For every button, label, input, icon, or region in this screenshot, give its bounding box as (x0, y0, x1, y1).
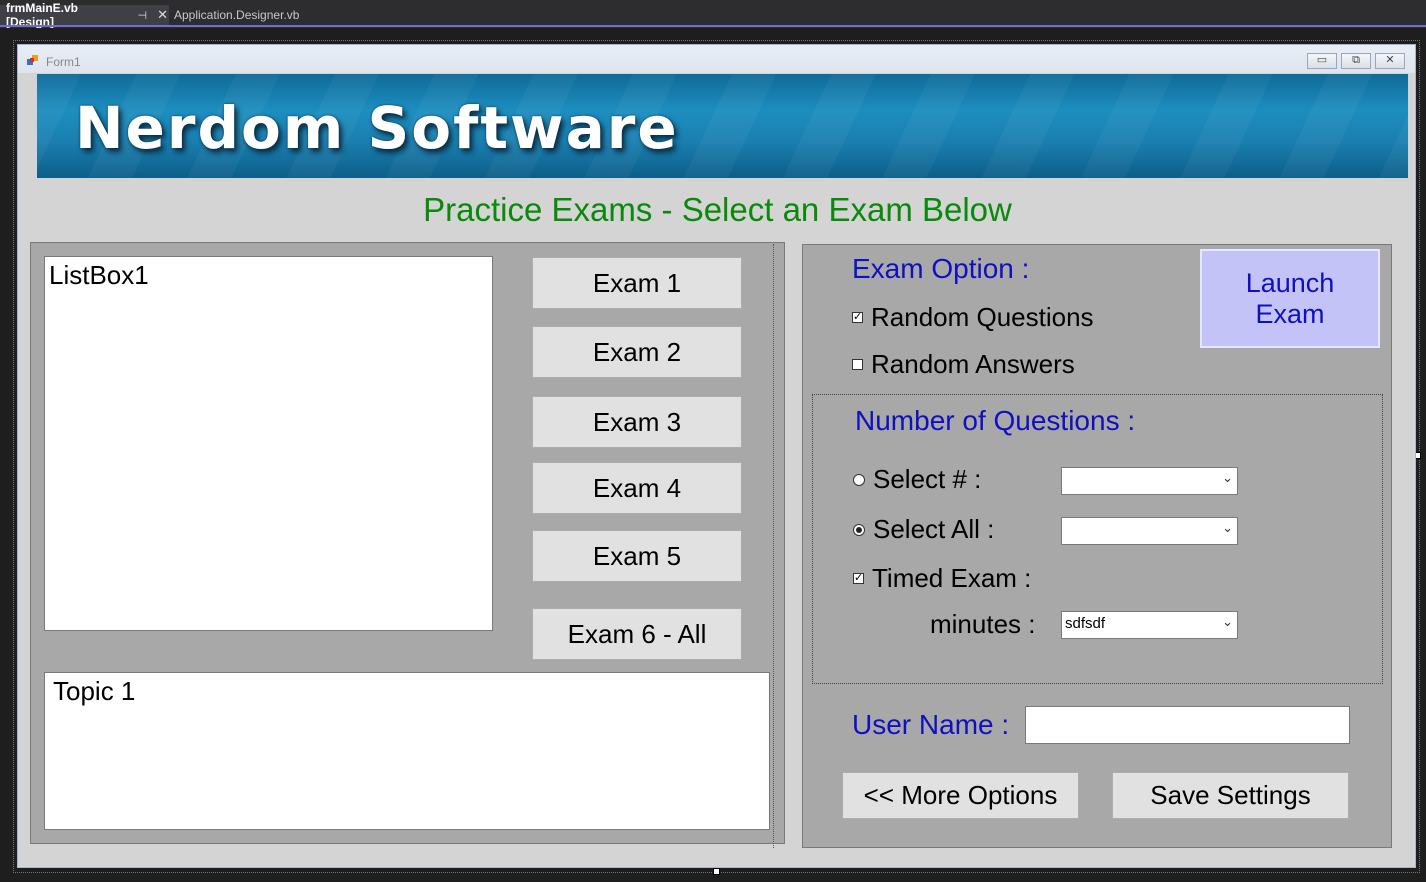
left-panel: ListBox1 Exam 1 Exam 2 Exam 3 Exam 4 Exa… (30, 242, 785, 844)
exam-4-button[interactable]: Exam 4 (532, 462, 742, 514)
minutes-combo[interactable]: sdfsdf ⌄ (1061, 611, 1238, 639)
tab-application-designer[interactable]: Application.Designer.vb (168, 5, 342, 25)
minimize-button[interactable]: ▭ (1307, 53, 1337, 69)
form-titlebar: Form1 ▭ ⧉ ✕ (18, 45, 1415, 73)
number-of-questions-label: Number of Questions : (855, 405, 1136, 436)
banner-logo-text: Nerdom Software (75, 94, 679, 162)
form-window: Form1 ▭ ⧉ ✕ Nerdom Software Practice Exa… (17, 44, 1416, 868)
select-number-combo[interactable]: ⌄ (1061, 467, 1238, 495)
launch-exam-label: Launch Exam (1245, 267, 1335, 329)
exam-listbox[interactable]: ListBox1 (44, 256, 493, 631)
ide-tab-strip: frmMainE.vb [Design] ⊣ ✕ Application.Des… (0, 0, 1426, 29)
checkbox-icon[interactable] (852, 359, 863, 370)
exam-option-label: Exam Option : (852, 253, 1030, 284)
minutes-label: minutes : (930, 609, 1036, 639)
form-icon (27, 55, 38, 65)
checkbox-icon[interactable]: ✓ (852, 312, 863, 323)
number-of-questions-group: Number of Questions : Select # : ⌄ Selec… (812, 394, 1383, 684)
page-headline: Practice Exams - Select an Exam Below (423, 191, 1012, 228)
exam-2-button[interactable]: Exam 2 (532, 326, 742, 378)
banner-image: Nerdom Software (37, 74, 1408, 178)
save-settings-button[interactable]: Save Settings (1112, 772, 1349, 819)
close-tab-icon[interactable]: ✕ (157, 7, 168, 23)
topic-textbox[interactable]: Topic 1 (44, 672, 770, 830)
radio-icon[interactable] (853, 473, 865, 486)
timed-exam-label: Timed Exam : (872, 563, 1032, 593)
exam-1-button[interactable]: Exam 1 (532, 257, 742, 309)
close-button[interactable]: ✕ (1375, 53, 1405, 69)
select-number-radio[interactable]: Select # : (853, 464, 981, 495)
user-name-label: User Name : (852, 709, 1010, 740)
combo-value: sdfsdf (1065, 615, 1106, 632)
right-panel: Exam Option : ✓ Random Questions Random … (802, 244, 1392, 848)
radio-icon[interactable] (853, 523, 865, 536)
launch-exam-button[interactable]: Launch Exam (1200, 249, 1380, 348)
exam-3-button[interactable]: Exam 3 (532, 396, 742, 448)
checkbox-icon[interactable]: ✓ (853, 573, 864, 584)
panel-divider (773, 244, 775, 848)
select-all-radio[interactable]: Select All : (853, 514, 994, 545)
topic-text: Topic 1 (53, 676, 136, 706)
random-questions-checkbox[interactable]: ✓ Random Questions (852, 302, 1094, 333)
restore-button[interactable]: ⧉ (1341, 53, 1371, 69)
form-title: Form1 (46, 55, 81, 69)
random-answers-label: Random Answers (871, 349, 1075, 379)
chevron-down-icon[interactable]: ⌄ (1222, 520, 1233, 536)
random-questions-label: Random Questions (871, 302, 1094, 332)
timed-exam-checkbox[interactable]: ✓ Timed Exam : (853, 563, 1031, 594)
resize-handle-bottom[interactable] (713, 868, 720, 875)
chevron-down-icon[interactable]: ⌄ (1222, 614, 1233, 630)
user-name-input[interactable] (1025, 706, 1350, 744)
select-number-label: Select # : (873, 464, 982, 494)
listbox-text: ListBox1 (49, 260, 149, 290)
select-all-combo[interactable]: ⌄ (1061, 517, 1238, 545)
tab-frmmaine-design[interactable]: frmMainE.vb [Design] ⊣ ✕ (0, 1, 168, 29)
tab-label: Application.Designer.vb (174, 8, 300, 22)
select-all-label: Select All : (873, 514, 995, 544)
chevron-down-icon[interactable]: ⌄ (1222, 470, 1233, 486)
exam-5-button[interactable]: Exam 5 (532, 530, 742, 582)
more-options-button[interactable]: << More Options (842, 772, 1079, 819)
tab-underline (0, 25, 1426, 27)
pin-icon[interactable]: ⊣ (138, 9, 148, 22)
exam-6-all-button[interactable]: Exam 6 - All (532, 608, 742, 660)
random-answers-checkbox[interactable]: Random Answers (852, 349, 1075, 380)
